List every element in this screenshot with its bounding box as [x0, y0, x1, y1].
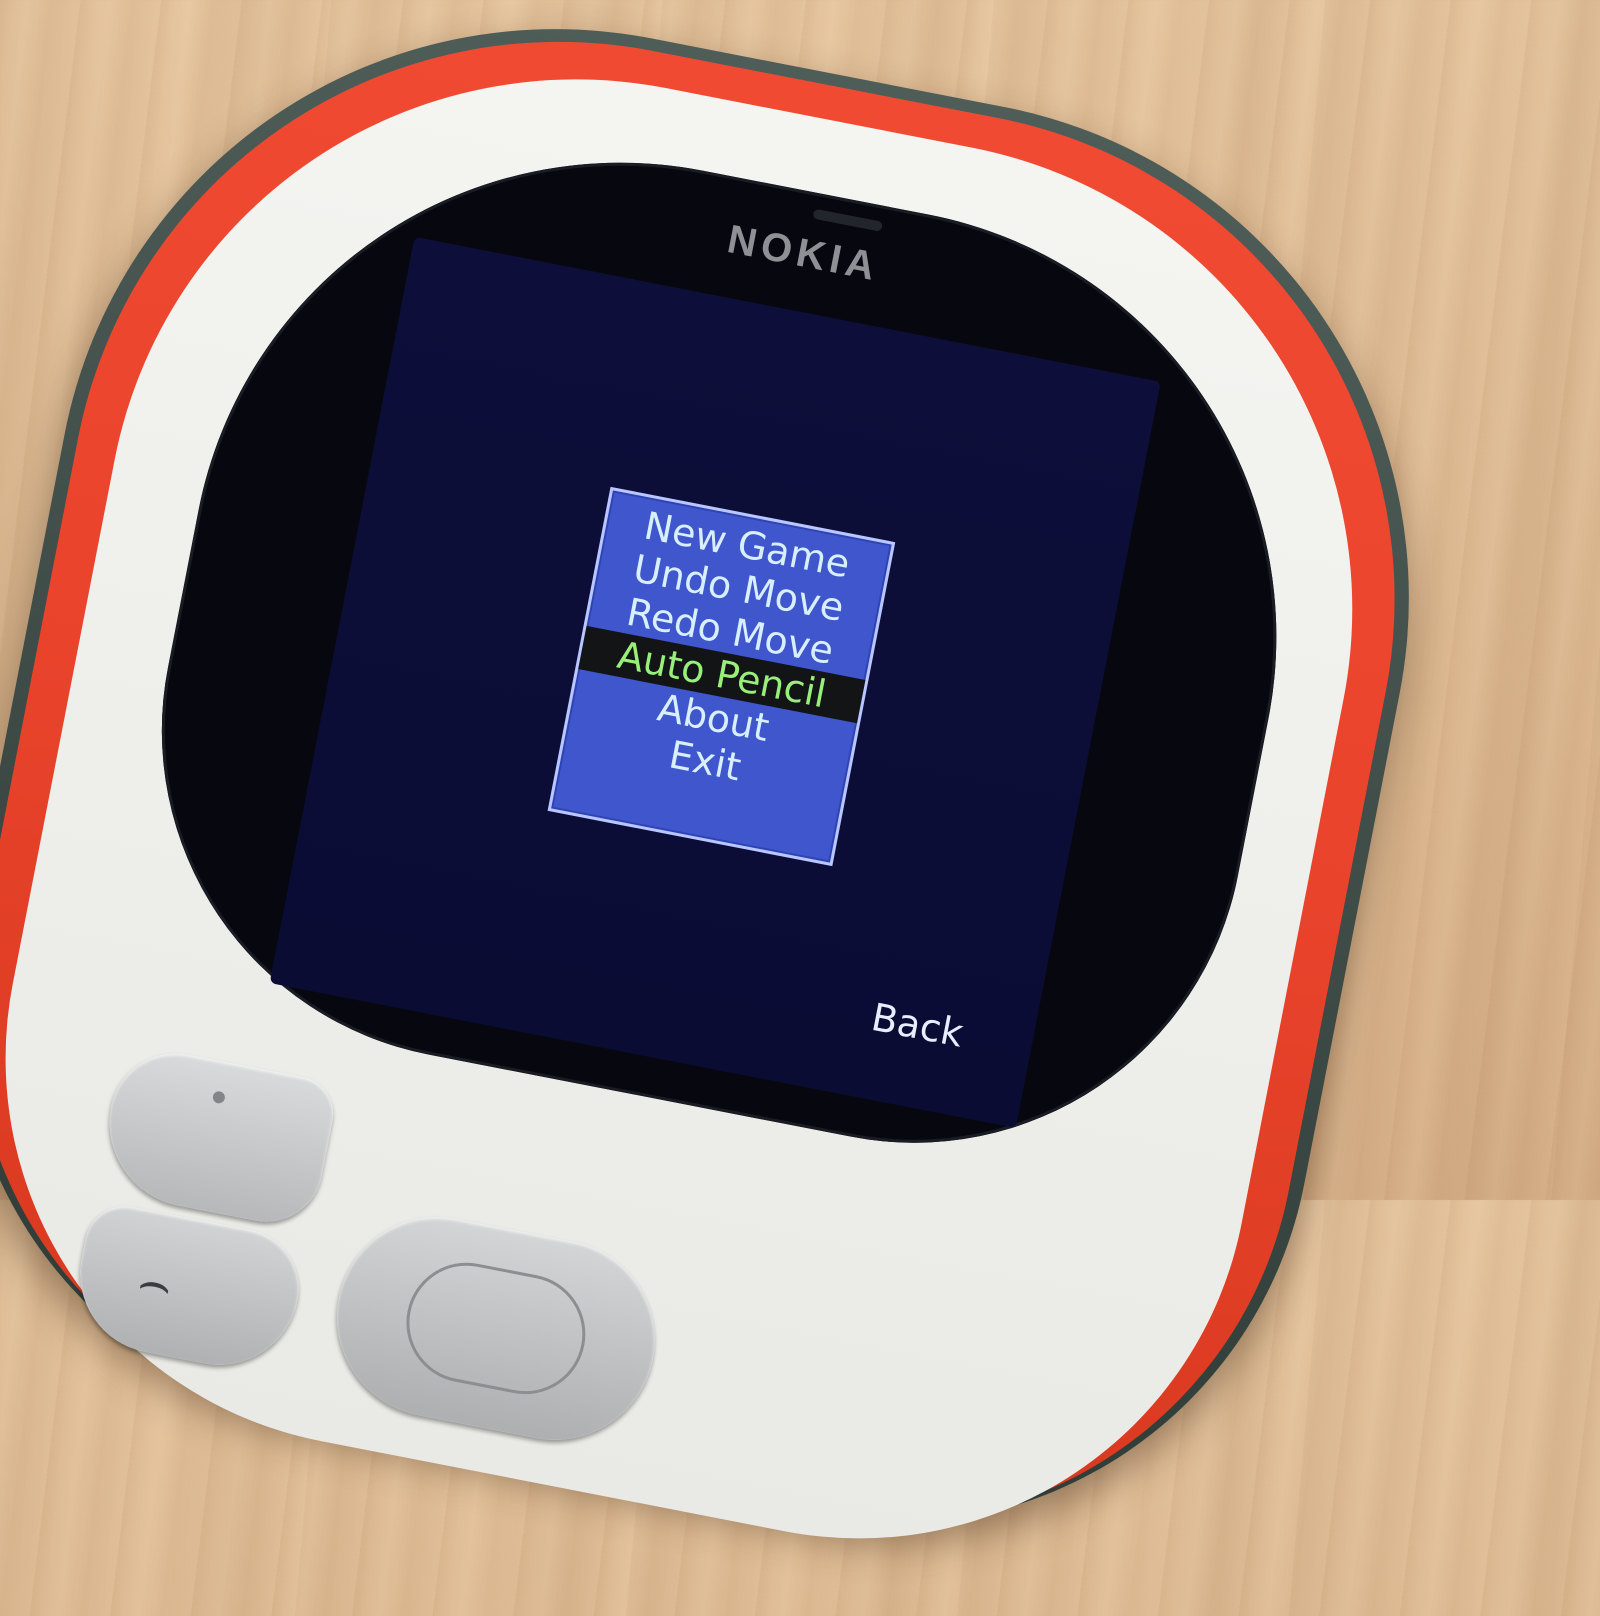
lcd-screen: New Game Undo Move Redo Move Auto Pencil… — [269, 236, 1161, 1128]
earpiece — [812, 208, 884, 232]
call-key[interactable]: ⌢ — [66, 1199, 310, 1379]
options-menu: New Game Undo Move Redo Move Auto Pencil… — [547, 486, 896, 867]
navigation-key[interactable] — [319, 1199, 673, 1458]
phone: NOKIA New Game Undo Move Redo Move Auto … — [0, 0, 1496, 1606]
nav-center-ring — [396, 1252, 596, 1405]
softkey-dot-icon — [211, 1090, 226, 1105]
back-softkey[interactable]: Back — [868, 995, 967, 1056]
photo-stage: NOKIA New Game Undo Move Redo Move Auto … — [0, 0, 1600, 1606]
call-icon: ⌢ — [132, 1249, 178, 1316]
screen-bezel: NOKIA New Game Undo Move Redo Move Auto … — [104, 88, 1351, 1200]
left-softkey[interactable] — [95, 1042, 340, 1232]
